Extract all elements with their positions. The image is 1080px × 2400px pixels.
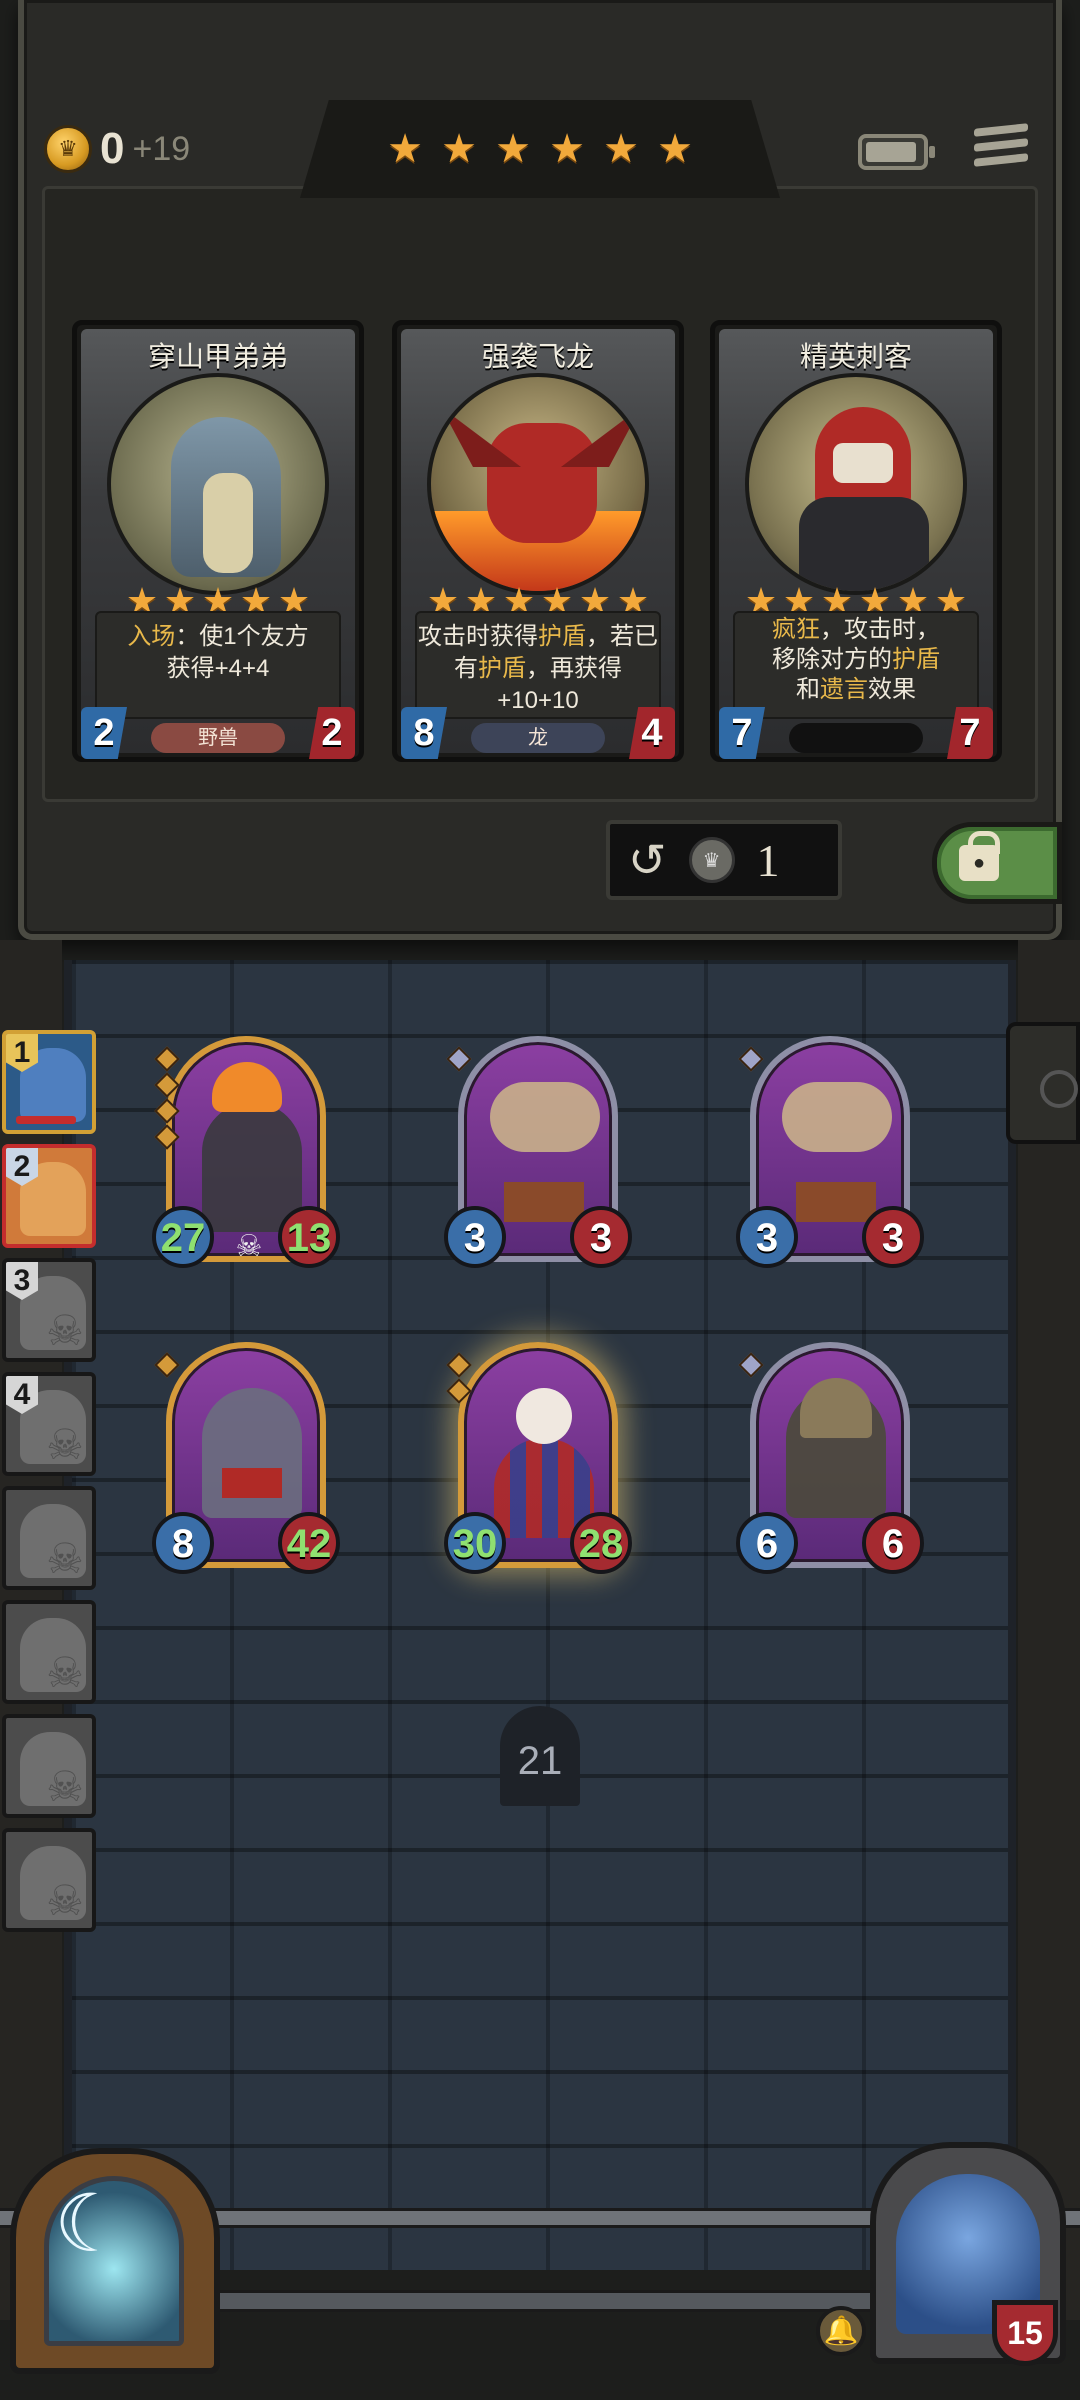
board-minion[interactable]: 30 28 xyxy=(444,1342,632,1580)
refresh-cost: 1 xyxy=(756,834,780,886)
star-icon: ★ xyxy=(387,127,423,171)
minion-health: 28 xyxy=(570,1512,632,1574)
skull-icon: ☠ xyxy=(46,1763,84,1810)
card-tribe: 野兽 xyxy=(151,723,285,753)
opponent-portrait[interactable]: ☠ xyxy=(2,1486,96,1590)
minion-health: 42 xyxy=(278,1512,340,1574)
minion-attack: 3 xyxy=(736,1206,798,1268)
skull-icon: ☠ xyxy=(46,1877,84,1924)
crown-coin-icon: ♛ xyxy=(44,125,92,173)
skull-icon: ☠ xyxy=(46,1649,84,1696)
bottom-chain xyxy=(200,2290,880,2312)
board-minion[interactable]: 3 3 xyxy=(444,1036,632,1274)
card-tribe: 龙 xyxy=(471,723,605,753)
minion-attack: 27 xyxy=(152,1206,214,1268)
shop-card[interactable]: 精英刺客 ★ ★ ★ ★ ★ ★ 疯狂，攻击时， 移除对方的护盾 和遗言效果 7… xyxy=(710,320,1002,762)
opponent-portrait[interactable]: 4 ☠ xyxy=(2,1372,96,1476)
tavern-tier-banner: ★ ★ ★ ★ ★ ★ xyxy=(300,100,780,198)
moon-icon: ☾ xyxy=(54,2179,126,2268)
card-description: 攻击时获得护盾，若已 有护盾，再获得+10+10 xyxy=(415,611,661,719)
dragon-portrait xyxy=(427,373,649,595)
door-handle xyxy=(1006,1022,1080,1144)
card-title: 穿山甲弟弟 xyxy=(147,341,288,372)
minion-attack: 3 xyxy=(444,1206,506,1268)
opponent-portrait[interactable]: ☠ xyxy=(2,1828,96,1932)
hero-power-button[interactable]: ☾ xyxy=(10,2148,220,2374)
shop-card[interactable]: 穿山甲弟弟 ★ ★ ★ ★ ★ 入场：使1个友方 获得+4+4 2 2 野兽 xyxy=(72,320,364,762)
board-minion[interactable]: 6 6 xyxy=(736,1342,924,1580)
skull-icon: ☠ xyxy=(46,1307,84,1354)
lock-icon: ● xyxy=(959,831,1000,881)
star-icon: ★ xyxy=(657,127,693,171)
opponent-portrait[interactable]: ☠ xyxy=(2,1714,96,1818)
player-health: 15 xyxy=(992,2300,1058,2366)
minion-health: 13 xyxy=(278,1206,340,1268)
card-title: 精英刺客 xyxy=(799,341,912,372)
card-description: 入场：使1个友方 获得+4+4 xyxy=(95,611,341,719)
opponent-list: 1 2 3 ☠ 4 ☠ ☠ ☠ ☠ ☠ xyxy=(2,1030,102,1942)
board-minion[interactable]: 3 3 xyxy=(736,1036,924,1274)
minion-health: 6 xyxy=(862,1512,924,1574)
minion-attack: 30 xyxy=(444,1512,506,1574)
bear-art xyxy=(202,1102,302,1232)
star-icon: ★ xyxy=(549,127,585,171)
deathrattle-skull-icon: ☠ xyxy=(235,1230,263,1263)
minion-attack: 6 xyxy=(736,1512,798,1574)
assassin-portrait xyxy=(745,373,967,595)
refresh-icon: ↺ xyxy=(628,834,667,886)
minion-health: 3 xyxy=(862,1206,924,1268)
bell-icon[interactable]: 🔔 xyxy=(816,2306,866,2356)
opponent-portrait[interactable]: 2 xyxy=(2,1144,96,1248)
opponent-portrait[interactable]: ☠ xyxy=(2,1600,96,1704)
gold-value: 0 xyxy=(100,124,125,173)
gold-display: ♛ 0 +19 xyxy=(44,124,190,174)
minion-health: 3 xyxy=(570,1206,632,1268)
airship-art xyxy=(782,1082,892,1152)
right-wall xyxy=(1018,940,1080,2320)
card-tribe xyxy=(789,723,923,753)
airship-art xyxy=(490,1082,600,1152)
opponent-portrait[interactable]: 3 ☠ xyxy=(2,1258,96,1362)
skull-icon: ☠ xyxy=(46,1535,84,1582)
card-description: 疯狂，攻击时， 移除对方的护盾 和遗言效果 xyxy=(733,611,979,719)
star-icon: ★ xyxy=(441,127,477,171)
board-minion[interactable]: 8 42 xyxy=(152,1342,340,1580)
menu-icon[interactable] xyxy=(974,123,1028,176)
opponent-health-bar xyxy=(16,1116,76,1124)
star-icon: ★ xyxy=(495,127,531,171)
skull-icon: ☠ xyxy=(46,1421,84,1468)
star-icon: ★ xyxy=(603,127,639,171)
shop-card[interactable]: 强袭飞龙 ★ ★ ★ ★ ★ ★ 攻击时获得护盾，若已 有护盾，再获得+10+1… xyxy=(392,320,684,762)
minion-attack: 8 xyxy=(152,1512,214,1574)
card-title: 强袭飞龙 xyxy=(481,341,594,372)
crown-coin-icon: ♛ xyxy=(688,837,735,883)
rat-art xyxy=(202,1388,302,1518)
board-minion[interactable]: ☠ 27 13 xyxy=(152,1036,340,1274)
turn-countdown: 21 xyxy=(500,1706,580,1806)
pangolin-portrait xyxy=(107,373,329,595)
refresh-button[interactable]: ↺ ♛ 1 xyxy=(606,820,842,900)
opponent-portrait[interactable]: 1 xyxy=(2,1030,96,1134)
gold-income: +19 xyxy=(132,129,191,168)
battery-icon xyxy=(858,134,935,170)
freeze-lock-button[interactable]: ● xyxy=(932,822,1062,904)
